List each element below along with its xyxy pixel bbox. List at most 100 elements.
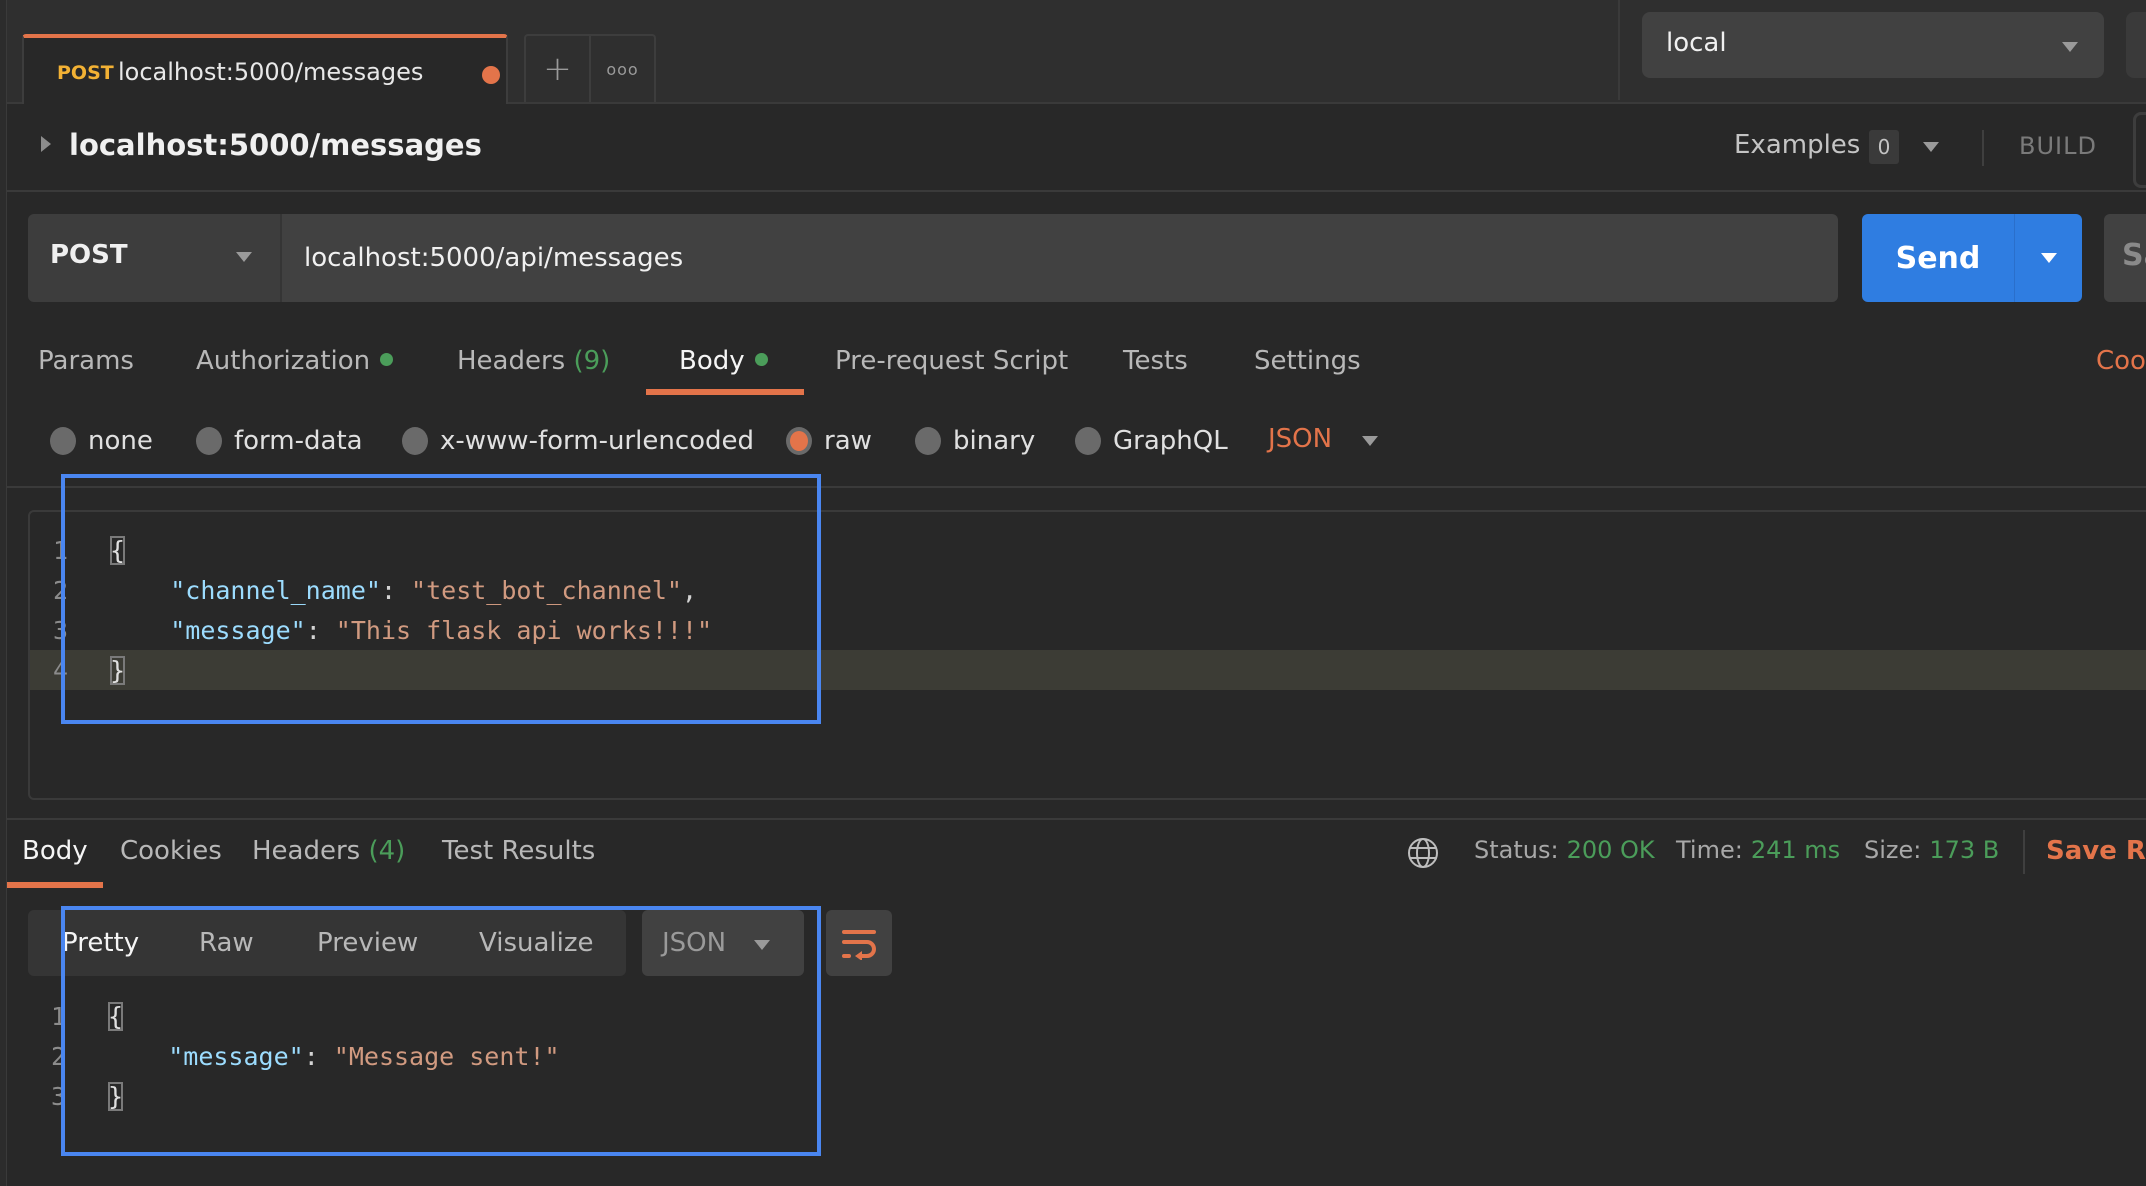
time-value[interactable]: 241 ms bbox=[1751, 836, 1840, 864]
request-name[interactable]: localhost:5000/messages bbox=[69, 128, 482, 162]
body-format-select[interactable]: JSON bbox=[1268, 424, 1332, 454]
response-tab-body[interactable]: Body bbox=[22, 836, 88, 866]
response-body-viewer[interactable]: 1 { 2 "message": "Message sent!" 3 } bbox=[28, 996, 2146, 1126]
code-line: 1 { bbox=[28, 996, 2146, 1036]
brace: { bbox=[108, 1001, 124, 1031]
divider bbox=[7, 818, 2146, 820]
request-body-editor[interactable]: 1 { 2 "channel_name": "test_bot_channel"… bbox=[28, 510, 2146, 800]
response-view-selector: Pretty Raw Preview Visualize bbox=[28, 910, 626, 976]
tab-params[interactable]: Params bbox=[38, 346, 134, 376]
code-line-active: 4 } bbox=[30, 650, 2146, 690]
response-tab-headers[interactable]: Headers (4) bbox=[252, 836, 405, 866]
json-key: "message" bbox=[168, 1041, 304, 1071]
plus-icon[interactable]: + bbox=[526, 36, 591, 102]
save-button[interactable]: Sa bbox=[2104, 214, 2146, 302]
method-select[interactable]: POST bbox=[28, 214, 282, 302]
view-raw[interactable]: Raw bbox=[199, 928, 254, 958]
radio-label: form-data bbox=[234, 426, 363, 456]
response-tab-cookies[interactable]: Cookies bbox=[120, 836, 222, 866]
environment-quick-look-button[interactable] bbox=[2126, 12, 2146, 78]
chevron-down-icon[interactable] bbox=[1362, 436, 1378, 446]
response-time: Time: 241 ms bbox=[1676, 836, 1840, 864]
line-number: 4 bbox=[52, 655, 68, 685]
send-button-label[interactable]: Send bbox=[1862, 214, 2015, 302]
code-line: 2 "message": "Message sent!" bbox=[28, 1036, 2146, 1076]
view-preview[interactable]: Preview bbox=[317, 928, 418, 958]
chevron-down-icon[interactable] bbox=[1923, 142, 1939, 152]
radio-raw[interactable]: raw bbox=[786, 424, 872, 458]
radio-button[interactable] bbox=[402, 427, 428, 455]
time-label: Time: bbox=[1676, 836, 1743, 864]
request-title-row: localhost:5000/messages Examples 0 BUILD bbox=[7, 104, 2146, 192]
cookies-link[interactable]: Coo bbox=[2096, 346, 2146, 376]
response-size: Size: 173 B bbox=[1864, 836, 1999, 864]
radio-button-checked[interactable] bbox=[786, 427, 812, 455]
line-number: 3 bbox=[50, 1081, 66, 1111]
tab-actions: + ooo bbox=[524, 34, 656, 102]
tab-label: Params bbox=[38, 346, 134, 376]
wrap-lines-button[interactable] bbox=[826, 910, 892, 976]
size-value[interactable]: 173 B bbox=[1929, 836, 1999, 864]
request-tab-active[interactable]: POST localhost:5000/messages bbox=[22, 34, 508, 104]
expand-arrow-icon[interactable] bbox=[41, 136, 51, 152]
json-value: "Message sent!" bbox=[333, 1041, 560, 1071]
radio-label: binary bbox=[953, 426, 1036, 456]
divider bbox=[2023, 830, 2025, 874]
line-number: 1 bbox=[52, 535, 68, 565]
code-line: 2 "channel_name": "test_bot_channel", bbox=[30, 570, 2146, 610]
tab-label: Headers bbox=[252, 836, 361, 866]
tab-tests[interactable]: Tests bbox=[1123, 346, 1188, 376]
line-number: 3 bbox=[52, 615, 68, 645]
tab-settings[interactable]: Settings bbox=[1254, 346, 1361, 376]
radio-button[interactable] bbox=[50, 427, 76, 455]
view-pretty[interactable]: Pretty bbox=[62, 928, 139, 958]
headers-count: (4) bbox=[368, 836, 406, 866]
url-input[interactable] bbox=[282, 214, 1838, 302]
status-dot bbox=[380, 353, 394, 366]
radio-form-data[interactable]: form-data bbox=[196, 424, 363, 458]
tab-body[interactable]: Body bbox=[679, 346, 768, 376]
chevron-down-icon bbox=[754, 940, 770, 950]
radio-label: GraphQL bbox=[1113, 426, 1228, 456]
chevron-down-icon bbox=[2040, 253, 2057, 263]
send-options-button[interactable] bbox=[2015, 214, 2082, 302]
view-visualize[interactable]: Visualize bbox=[479, 928, 594, 958]
send-button[interactable]: Send bbox=[1862, 214, 2082, 302]
radio-binary[interactable]: binary bbox=[915, 424, 1035, 458]
wrap-lines-icon bbox=[842, 930, 876, 960]
save-response-button[interactable]: Save Re bbox=[2046, 836, 2146, 866]
radio-graphql[interactable]: GraphQL bbox=[1075, 424, 1228, 458]
tab-method-label: POST bbox=[57, 62, 114, 84]
divider bbox=[1982, 130, 1984, 166]
response-format-select[interactable]: JSON bbox=[642, 910, 804, 976]
json-value: "test_bot_channel" bbox=[411, 575, 682, 605]
tab-pre-request-script[interactable]: Pre-request Script bbox=[835, 346, 1068, 376]
response-status: Status: 200 OK bbox=[1474, 836, 1655, 864]
environment-select[interactable]: local bbox=[1642, 12, 2104, 78]
globe-icon[interactable] bbox=[1406, 836, 1440, 870]
tab-authorization[interactable]: Authorization bbox=[196, 346, 394, 376]
json-colon: : bbox=[380, 575, 412, 605]
tab-label: Body bbox=[679, 346, 745, 376]
json-comma: , bbox=[681, 575, 698, 605]
tab-title: localhost:5000/messages bbox=[118, 58, 424, 86]
examples-count-badge: 0 bbox=[1869, 130, 1899, 164]
environment-selected-label: local bbox=[1666, 28, 1727, 58]
mode-toggle[interactable] bbox=[2133, 112, 2146, 188]
tab-headers[interactable]: Headers (9) bbox=[457, 346, 610, 376]
status-value[interactable]: 200 OK bbox=[1567, 836, 1655, 864]
radio-x-www-form-urlencoded[interactable]: x-www-form-urlencoded bbox=[402, 424, 754, 458]
json-key: "message" bbox=[170, 615, 306, 645]
response-tab-test-results[interactable]: Test Results bbox=[442, 836, 595, 866]
radio-button[interactable] bbox=[196, 427, 222, 455]
tab-label: Test Results bbox=[442, 836, 596, 866]
status-dot bbox=[754, 353, 768, 366]
examples-button[interactable]: Examples bbox=[1734, 130, 1860, 160]
radio-button[interactable] bbox=[915, 427, 941, 455]
radio-button[interactable] bbox=[1075, 427, 1101, 455]
more-horizontal-icon[interactable]: ooo bbox=[591, 36, 654, 102]
build-mode-label[interactable]: BUILD bbox=[2019, 132, 2097, 160]
radio-none[interactable]: none bbox=[50, 424, 153, 458]
brace: } bbox=[108, 1081, 124, 1111]
json-colon: : bbox=[303, 1041, 334, 1071]
